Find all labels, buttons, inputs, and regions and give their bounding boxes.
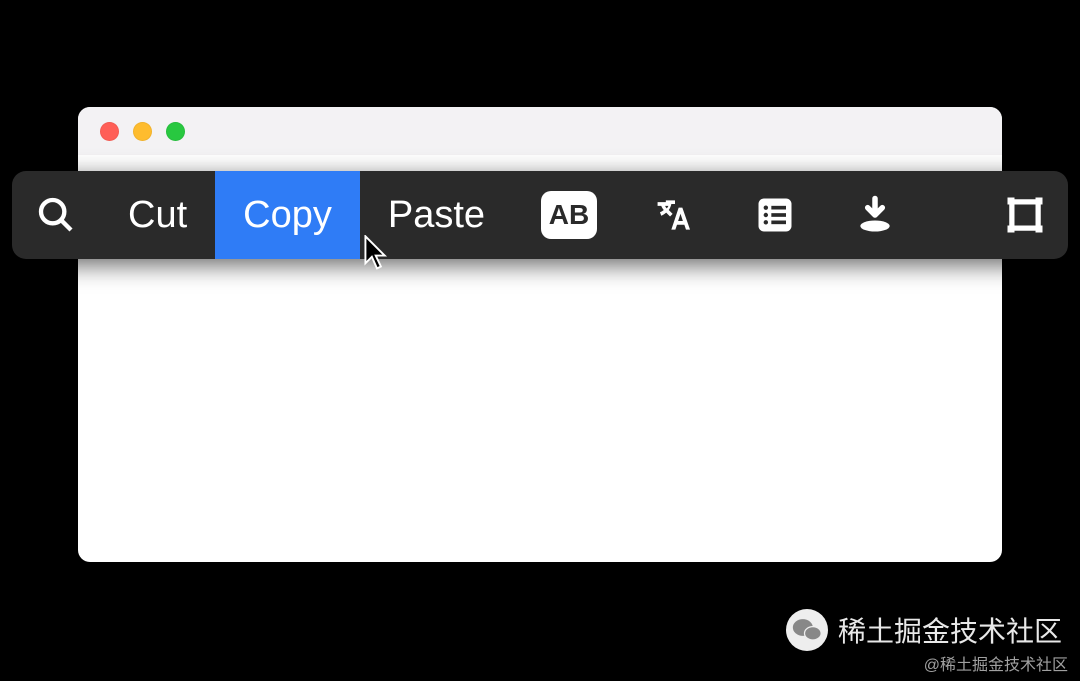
zoom-button[interactable] [166,122,185,141]
download-icon [853,193,897,237]
watermark-text: 稀土掘金技术社区 [838,610,1062,650]
close-button[interactable] [100,122,119,141]
copy-action[interactable]: Copy [215,171,360,259]
window-titlebar [78,107,1002,155]
list-action[interactable] [725,171,825,259]
list-icon [753,193,797,237]
frame-icon [1004,194,1046,236]
ab-icon: AB [541,191,597,239]
wechat-icon [786,609,828,651]
search-icon [36,195,76,235]
minimize-button[interactable] [133,122,152,141]
search-action[interactable] [12,171,100,259]
popclip-toolbar: Cut Copy Paste AB [12,171,1068,259]
frame-action[interactable] [982,171,1068,259]
translate-action[interactable] [625,171,725,259]
watermark-main: 稀土掘金技术社区 [786,609,1062,651]
ab-action[interactable]: AB [513,171,625,259]
cut-action[interactable]: Cut [100,171,215,259]
watermark-small: @稀土掘金技术社区 [924,651,1068,675]
paste-action[interactable]: Paste [360,171,513,259]
download-action[interactable] [825,171,925,259]
translate-icon [653,193,697,237]
